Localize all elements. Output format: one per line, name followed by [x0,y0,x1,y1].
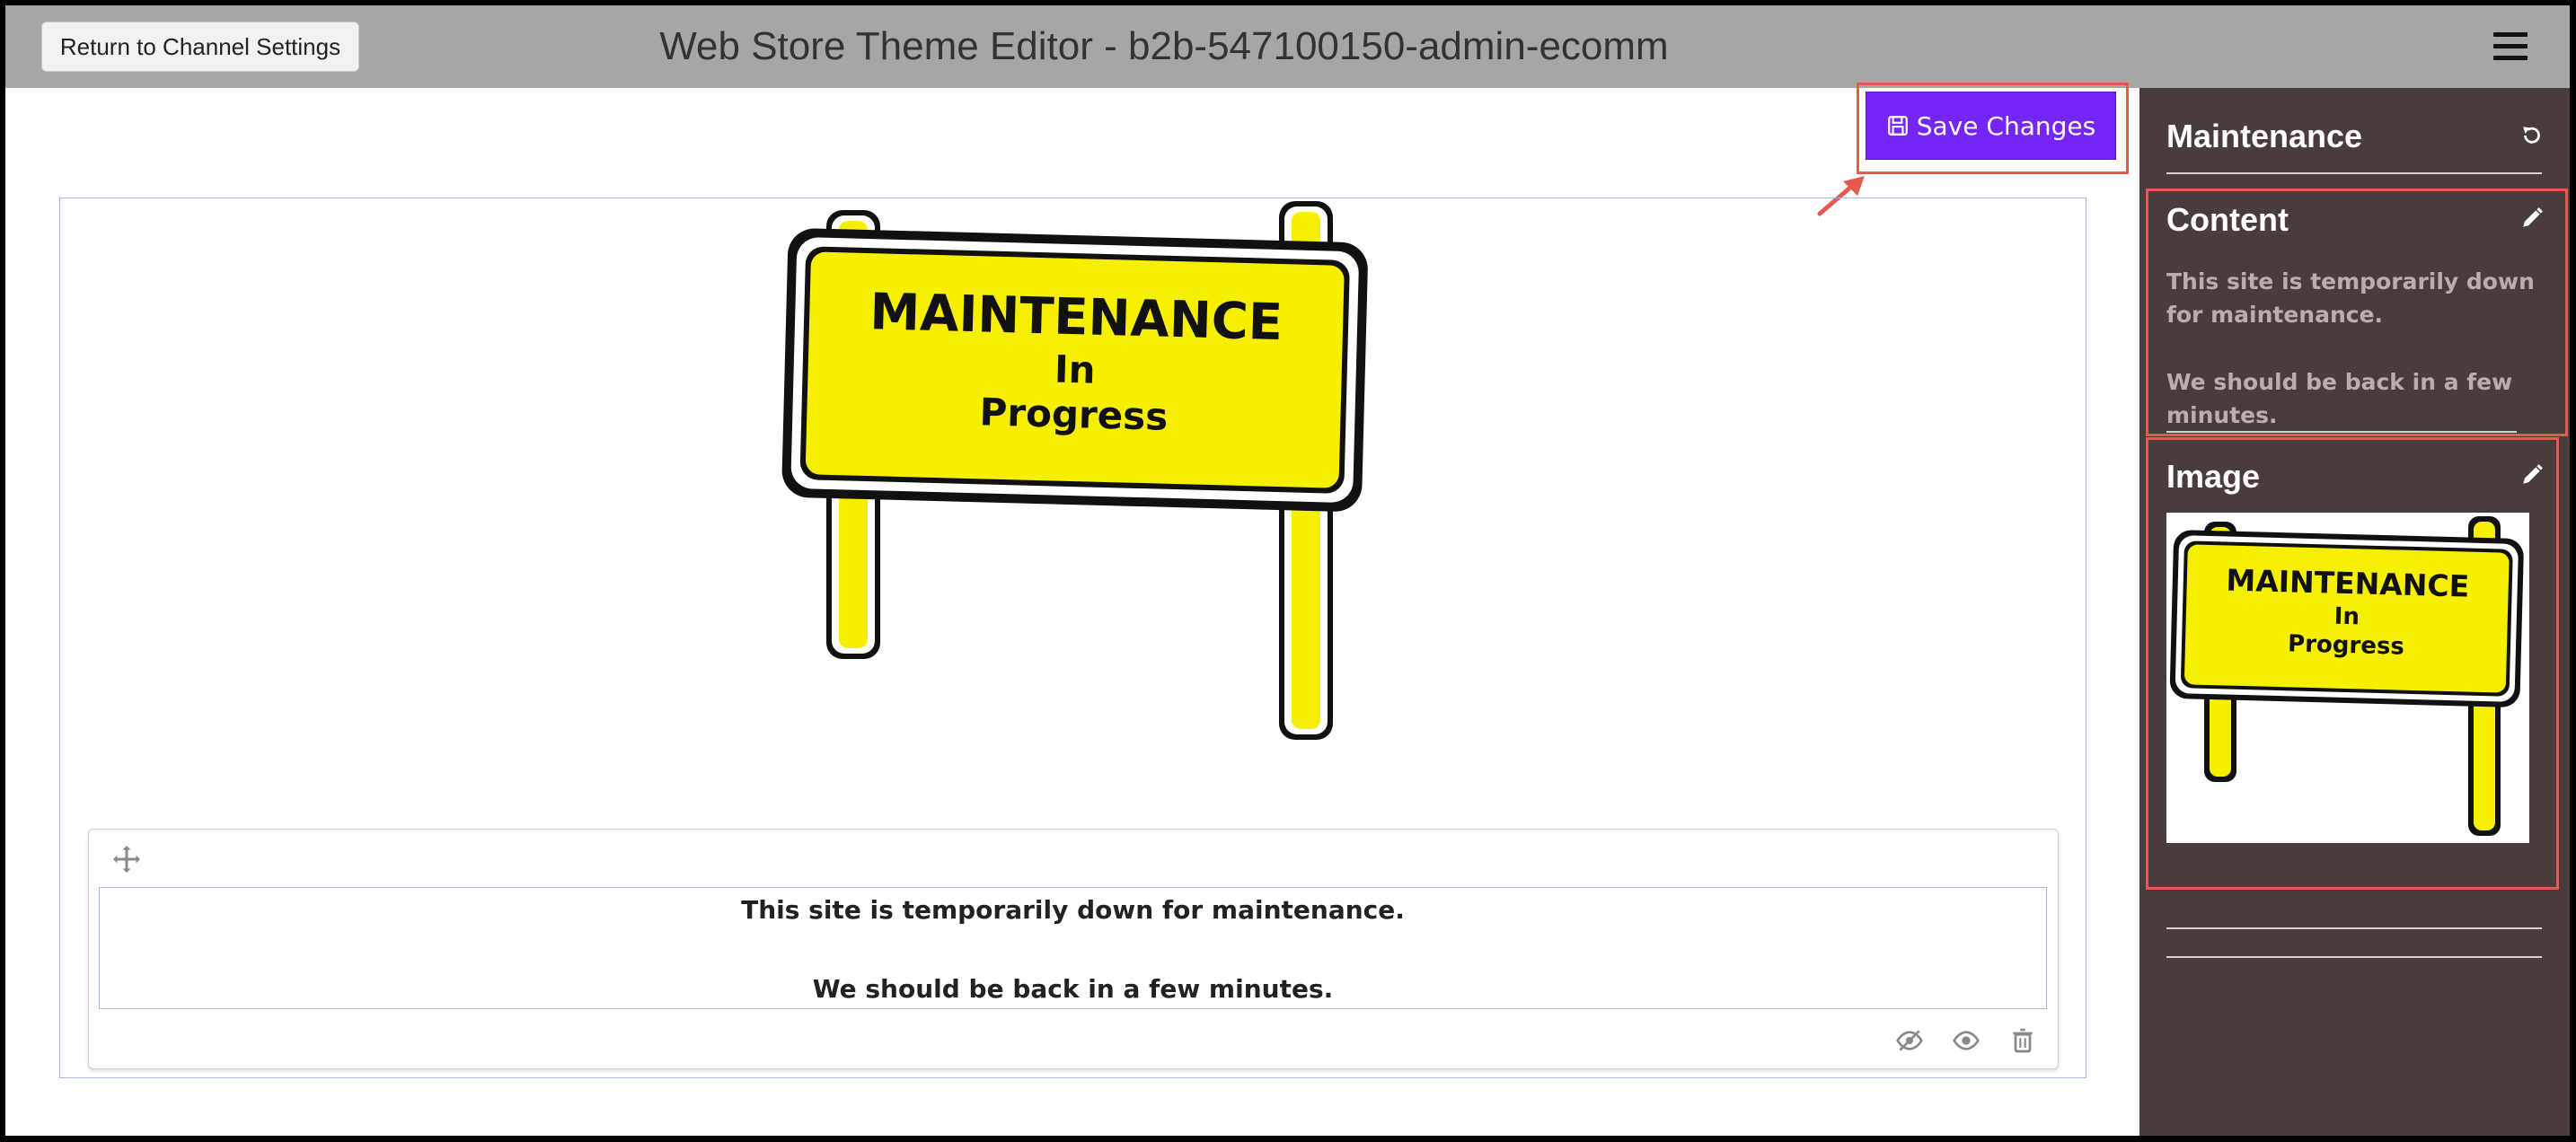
maintenance-section-title: Maintenance [2166,118,2363,154]
thumbnail-sign-line-3: Progress [2288,630,2405,660]
sidebar-divider [2166,956,2542,958]
trash-icon[interactable] [2008,1026,2037,1055]
content-preview-line-1: This site is temporarily down for mainte… [2166,268,2535,328]
hide-icon[interactable] [1895,1026,1924,1055]
reset-icon[interactable] [2520,124,2544,147]
sidebar-divider [2166,431,2517,433]
image-section-title: Image [2166,458,2261,495]
return-to-channel-settings-button[interactable]: Return to Channel Settings [41,22,359,72]
maintenance-sign-image[interactable]: MAINTENANCE In Progress [776,199,1378,747]
thumbnail-sign-line-1: MAINTENANCE [2226,562,2470,603]
theme-editor-window: Return to Channel Settings Web Store The… [5,5,2570,1136]
save-changes-button[interactable]: Save Changes [1866,92,2116,160]
sidebar-divider [2166,927,2542,929]
content-preview-line-2: We should be back in a few minutes. [2166,369,2513,428]
move-icon[interactable] [110,843,143,875]
save-changes-label: Save Changes [1916,110,2096,141]
content-text-box[interactable]: This site is temporarily down for mainte… [99,887,2047,1009]
sign-line-2: In [1054,347,1096,391]
app-header: Return to Channel Settings Web Store The… [5,5,2570,88]
sidebar-divider [2166,172,2542,174]
hamburger-menu-icon[interactable] [2493,32,2527,61]
page-title: Web Store Theme Editor - b2b-547100150-a… [659,24,1669,68]
content-section-title: Content [2166,201,2289,238]
thumbnail-sign-line-2: In [2333,603,2360,631]
sign-line-1: MAINTENANCE [869,283,1284,352]
sign-line-3: Progress [979,390,1169,438]
content-line-2: We should be back in a few minutes. [812,974,1334,1004]
sidebar-sign-thumbnail[interactable]: MAINTENANCE In Progress [2166,513,2529,843]
edit-content-pencil-icon[interactable] [2520,206,2544,230]
content-line-1: This site is temporarily down for mainte… [741,895,1405,925]
floppy-disk-icon [1887,116,1908,136]
preview-icon[interactable] [1952,1026,1981,1055]
edit-image-pencil-icon[interactable] [2520,463,2544,487]
